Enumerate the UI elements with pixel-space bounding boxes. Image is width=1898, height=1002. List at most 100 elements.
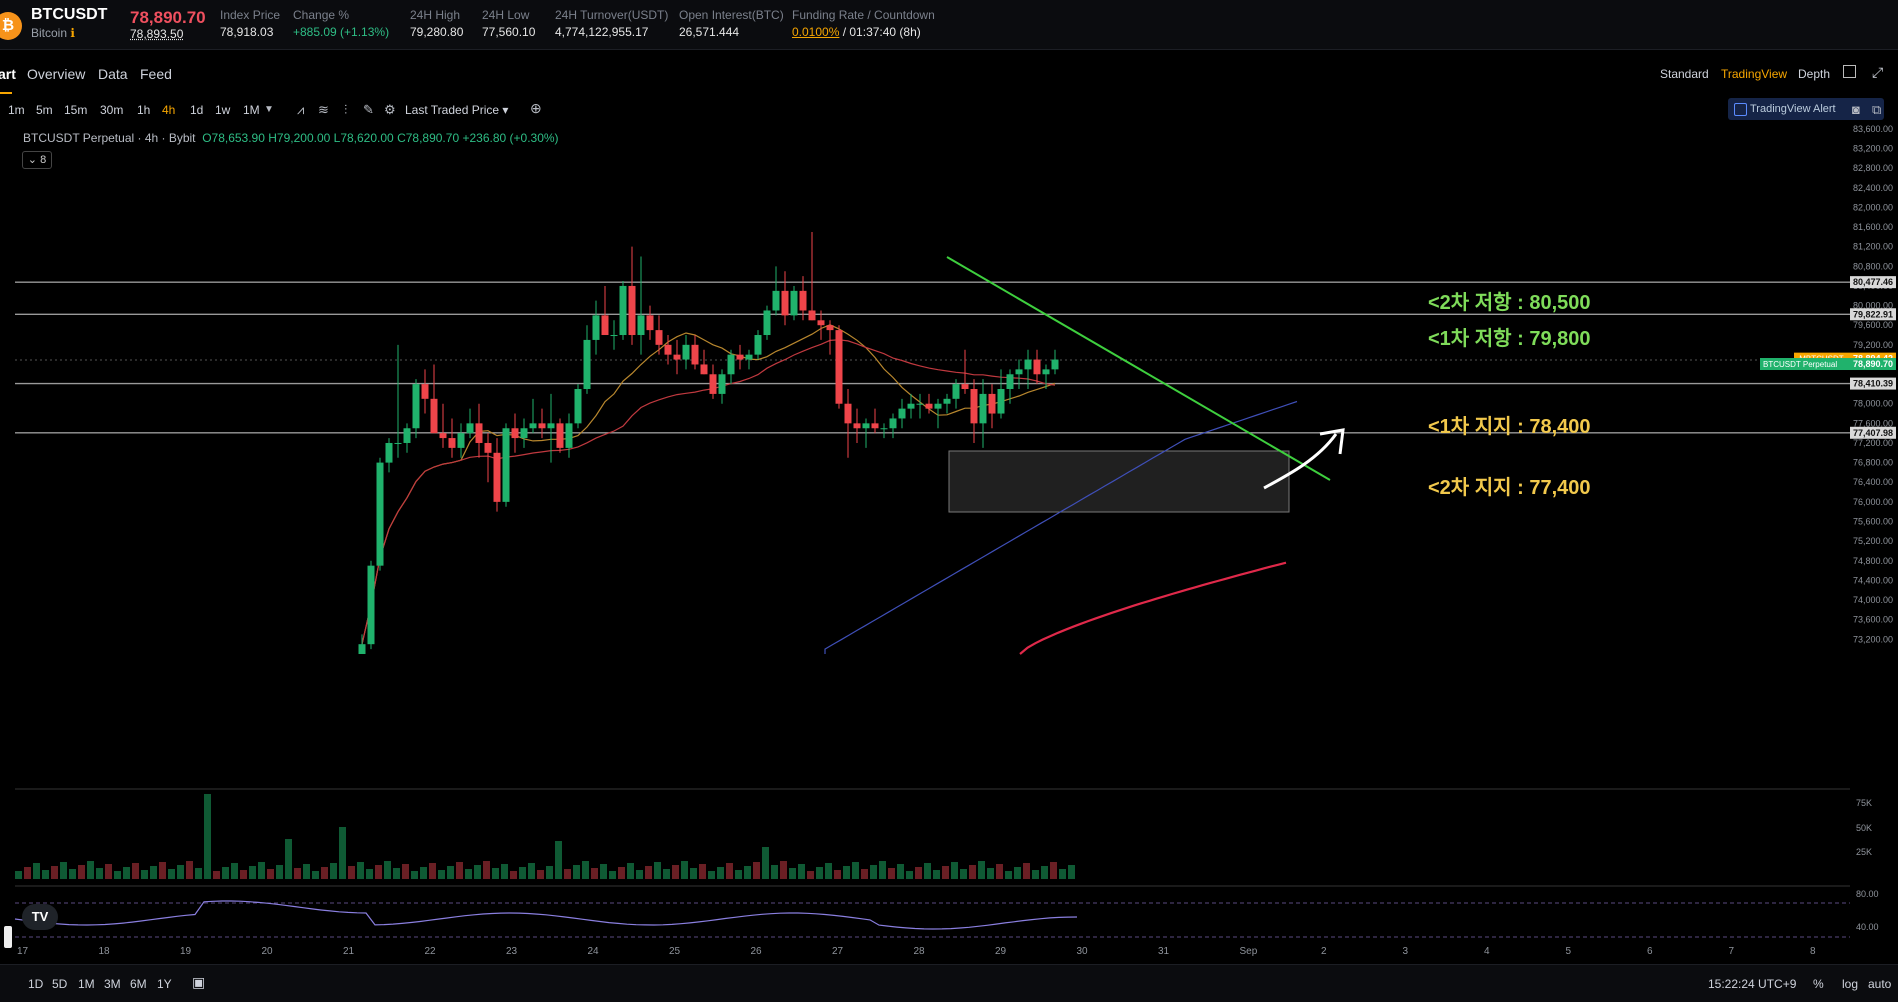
indicators-icon[interactable]: ≋ [318, 102, 329, 118]
timeframe-30m[interactable]: 30m [100, 103, 123, 117]
volume-bar [123, 867, 130, 879]
candle-body [961, 384, 969, 389]
view-tradingview[interactable]: TradingView [1721, 67, 1787, 81]
timeframe-5m[interactable]: 5m [36, 103, 53, 117]
volume-bar [618, 867, 625, 879]
stat-label: Open Interest(BTC) [679, 8, 784, 22]
price-tick: 76,800.00 [1853, 458, 1893, 468]
candle-body [1051, 359, 1059, 370]
timeframe-4h[interactable]: 4h [162, 103, 175, 117]
pane-tick: 50K [1856, 823, 1872, 833]
volume-bar [546, 866, 553, 879]
volume-bar [600, 864, 607, 879]
candle-body [1042, 369, 1050, 375]
fullscreen-icon[interactable]: ⧉ [1872, 102, 1881, 118]
view-standard[interactable]: Standard [1660, 67, 1709, 81]
candle-body [889, 418, 897, 429]
candle-body [556, 423, 564, 448]
candle-body [430, 398, 438, 434]
timeframe-1h[interactable]: 1h [137, 103, 150, 117]
volume-bar [951, 862, 958, 879]
volume-bar [942, 866, 949, 879]
candle-body [853, 423, 861, 429]
volume-bar [438, 870, 445, 879]
indicators-toggle[interactable]: ⌄ 8 [22, 151, 52, 169]
volume-bar [366, 869, 373, 879]
volume-bar [1050, 862, 1057, 879]
range-6m[interactable]: 6M [130, 977, 147, 991]
volume-bar [627, 863, 634, 879]
candles-icon[interactable]: ⫶ [344, 102, 347, 118]
volume-bar [762, 847, 769, 879]
scroll-handle[interactable] [4, 926, 12, 948]
volume-bar [204, 794, 211, 879]
clock-time[interactable]: 15:22:24 UTC+9 [1708, 977, 1796, 991]
candle-body [502, 428, 510, 502]
timeframe-1w[interactable]: 1w [215, 103, 230, 117]
volume-bar [510, 871, 517, 879]
symbol-name[interactable]: BTCUSDT [31, 6, 107, 24]
view-depth[interactable]: Depth [1798, 67, 1830, 81]
chart-type-icon[interactable]: ⩘ [297, 102, 304, 118]
expand-icon[interactable]: ⤢ [1872, 64, 1883, 81]
volume-bar [582, 861, 589, 879]
tab-overview[interactable]: Overview [27, 66, 85, 82]
tab-feed[interactable]: Feed [140, 66, 172, 82]
volume-bar [555, 841, 562, 879]
drawing-icon[interactable]: ✎ [363, 102, 374, 118]
camera-icon[interactable]: ◙ [1852, 102, 1860, 117]
stat-value: 78,918.03 [220, 25, 274, 39]
tab-chart[interactable]: art [0, 66, 16, 82]
volume-bar [816, 867, 823, 879]
calendar-icon[interactable]: ▣ [192, 974, 205, 991]
add-icon[interactable]: ⊕ [530, 100, 542, 117]
candle-body [826, 325, 834, 331]
percent-toggle[interactable]: % [1813, 977, 1824, 991]
range-1d[interactable]: 1D [28, 977, 43, 991]
timeframe-1m[interactable]: 1m [8, 103, 25, 117]
range-1m[interactable]: 1M [78, 977, 95, 991]
range-box[interactable] [948, 450, 1290, 513]
chevron-down-icon[interactable]: ▼ [264, 104, 274, 115]
candle-body [412, 384, 420, 429]
candle-body [592, 315, 600, 340]
price-tick: 81,200.00 [1853, 242, 1893, 252]
range-1y[interactable]: 1Y [157, 977, 172, 991]
log-toggle[interactable]: log [1842, 977, 1858, 991]
candle-body [484, 442, 492, 453]
price-tick: 83,200.00 [1853, 144, 1893, 154]
range-3m[interactable]: 3M [104, 977, 121, 991]
timeframe-1d[interactable]: 1d [190, 103, 203, 117]
timeframe-15m[interactable]: 15m [64, 103, 87, 117]
window-icon[interactable] [1843, 65, 1856, 78]
tradingview-alert-button[interactable]: TradingView Alert [1728, 98, 1884, 120]
settings-icon[interactable]: ⚙ [384, 102, 396, 118]
volume-bar [312, 871, 319, 879]
chart-area[interactable]: <2차 저항 : 80,500 <1차 저항 : 79,800 <1차 지지 : 7… [0, 124, 1898, 964]
timeframe-1M[interactable]: 1M [243, 103, 260, 117]
price-tick: 83,600.00 [1853, 124, 1893, 134]
auto-toggle[interactable]: auto [1868, 977, 1891, 991]
volume-bar [60, 862, 67, 879]
volume-bar [744, 866, 751, 879]
range-5d[interactable]: 5D [52, 977, 67, 991]
candle-body [457, 433, 465, 448]
volume-bar [654, 862, 661, 879]
volume-bar [276, 865, 283, 879]
candle-body [610, 335, 618, 337]
bottom-bar: 1D 5D 1M 3M 6M 1Y ▣ 15:22:24 UTC+9 % log… [0, 964, 1898, 1002]
volume-bar [222, 867, 229, 879]
volume-bar [960, 869, 967, 879]
price-chart[interactable]: <2차 저항 : 80,500 <1차 저항 : 79,800 <1차 지지 : 7… [0, 124, 1898, 964]
candle-body [691, 344, 699, 365]
price-tag-value: 78,890.70 [1853, 359, 1893, 369]
tab-data[interactable]: Data [98, 66, 128, 82]
volume-bar [915, 867, 922, 879]
price-source-select[interactable]: Last Traded Price ▾ [405, 103, 508, 117]
level-tag: 77,407.98 [1853, 428, 1893, 438]
volume-bar [294, 868, 301, 879]
candle-body [916, 403, 924, 405]
trend-line[interactable] [946, 256, 1331, 481]
candle-body [646, 315, 654, 331]
volume-bar [663, 869, 670, 879]
